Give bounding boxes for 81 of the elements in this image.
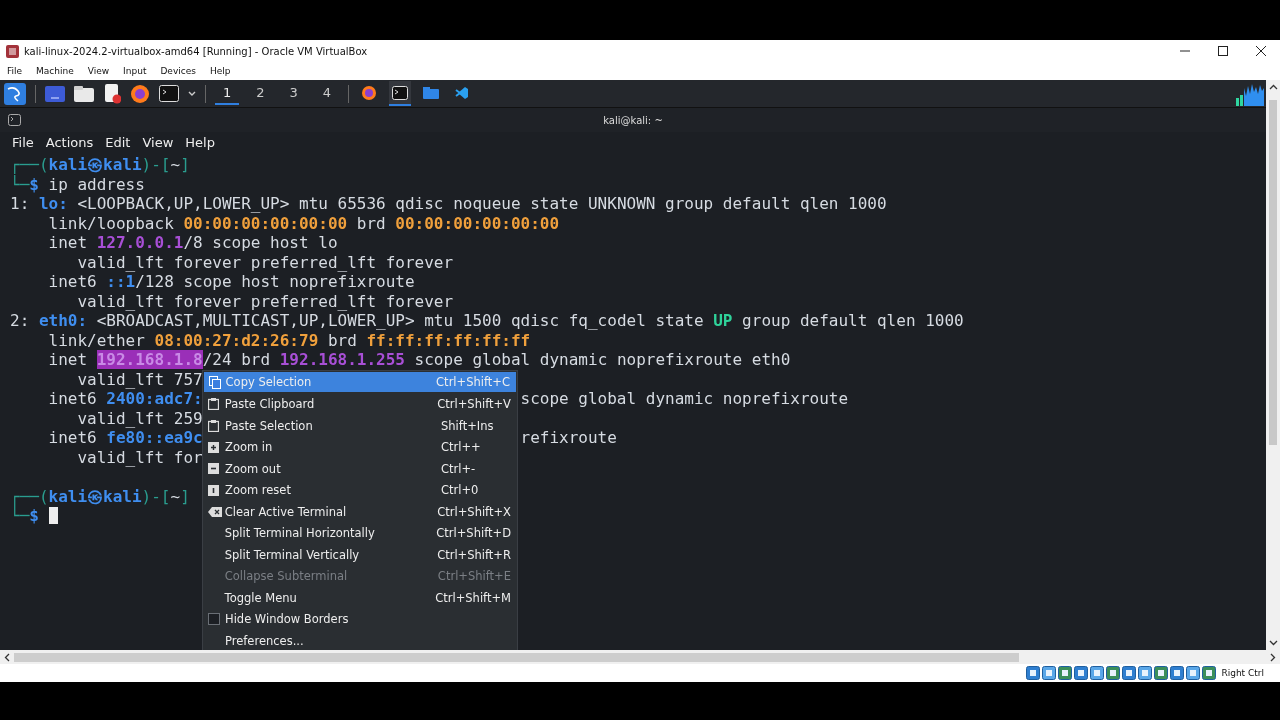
terminal-text: 2: eth0: <BROADCAST,MULTICAST,UP,LOWER_UP> mtu 1500 qdisc fq_codel state UP group default qlen 1000 bbox=[10, 311, 964, 331]
menu-item[interactable]: Zoom in Ctrl++ bbox=[203, 436, 517, 458]
horizontal-scrollbar[interactable] bbox=[0, 650, 1280, 664]
workspace-tab[interactable]: 4 bbox=[314, 82, 340, 105]
menu-item[interactable]: Devices bbox=[155, 66, 201, 76]
host-key-label: Right Ctrl bbox=[1221, 668, 1264, 678]
menu-item[interactable]: Input bbox=[118, 66, 152, 76]
workspace-tab[interactable]: 2 bbox=[248, 82, 273, 105]
zoom-reset-icon bbox=[208, 484, 219, 496]
terminal-text: └─$ ip address bbox=[10, 174, 145, 194]
scroll-up-icon[interactable] bbox=[1268, 84, 1278, 90]
terminal-text: ┌──(kali㉿kali)-[~] bbox=[10, 155, 190, 175]
menu-item[interactable]: View bbox=[82, 66, 115, 76]
checkbox[interactable] bbox=[208, 613, 220, 626]
menu-item[interactable]: Paste Clipboard Ctrl+Shift+V bbox=[203, 393, 517, 415]
clear-icon bbox=[208, 506, 222, 517]
scroll-down-icon[interactable] bbox=[1268, 640, 1278, 646]
menu-item[interactable]: Actions bbox=[45, 135, 94, 150]
terminal-text: inet6 ::1/128 scope host noprefixroute bbox=[47, 272, 415, 292]
menu-item[interactable]: Clear Active Terminal Ctrl+Shift+X bbox=[203, 501, 517, 523]
zoom-out-icon bbox=[208, 463, 219, 475]
menu-item[interactable]: Hide Window Borders bbox=[203, 608, 517, 630]
terminal-text: valid_lft for bbox=[76, 447, 203, 467]
vertical-scrollbar[interactable] bbox=[1266, 80, 1280, 650]
close-icon[interactable] bbox=[1256, 46, 1266, 56]
menu-item[interactable]: Help bbox=[204, 66, 236, 76]
scroll-left-icon[interactable] bbox=[4, 652, 10, 662]
code-editor-icon bbox=[455, 85, 470, 100]
menu-item[interactable]: File bbox=[12, 135, 34, 150]
browser-icon[interactable] bbox=[130, 83, 150, 104]
menu-item[interactable]: Split Terminal Vertically Ctrl+Shift+R bbox=[203, 544, 517, 566]
terminal-title: kali@kali: ~ bbox=[602, 114, 664, 126]
menu-item[interactable]: Help bbox=[185, 135, 215, 150]
terminal-text: └─$ bbox=[10, 506, 39, 526]
browser-icon bbox=[361, 84, 378, 101]
terminal-text: ┌──(kali㉿kali)-[~] bbox=[10, 486, 190, 506]
menu-item[interactable]: Paste Selection Shift+Ins bbox=[203, 415, 517, 437]
terminal-text: inet6 fe80::ea9c bbox=[47, 428, 203, 448]
workspace-tab[interactable]: 1 bbox=[215, 82, 240, 105]
menu-item[interactable]: View bbox=[142, 135, 174, 150]
menu-item[interactable]: File bbox=[2, 66, 28, 76]
terminal-text: refixroute bbox=[520, 428, 617, 448]
folder-icon bbox=[423, 86, 440, 99]
menu-item[interactable]: Toggle Menu Ctrl+Shift+M bbox=[203, 587, 517, 609]
menu-item[interactable]: Edit bbox=[105, 135, 131, 150]
terminal-icon[interactable] bbox=[159, 85, 179, 102]
dragon-logo-icon[interactable] bbox=[4, 82, 26, 105]
clipboard-icon bbox=[208, 398, 219, 411]
terminal-text: valid_lft forever preferred_lft forever bbox=[76, 252, 454, 272]
app-icon bbox=[6, 44, 19, 58]
window-title: kali-linux-2024.2-virtualbox-amd64 [Running] - Oracle VM VirtualBox bbox=[24, 45, 368, 57]
desktop-icon[interactable] bbox=[45, 85, 65, 102]
terminal-text: valid_lft forever preferred_lft forever bbox=[76, 291, 454, 311]
terminal-text: inet 127.0.0.1/8 scope host lo bbox=[47, 233, 338, 253]
menu-item[interactable]: Zoom reset Ctrl+0 bbox=[203, 479, 517, 501]
terminal-icon bbox=[392, 85, 409, 100]
text-editor-icon[interactable] bbox=[103, 83, 121, 104]
folder-icon[interactable] bbox=[74, 85, 94, 102]
clipboard-icon bbox=[208, 419, 219, 432]
scroll-thumb[interactable] bbox=[14, 652, 1019, 662]
terminal-text: link/loopback 00:00:00:00:00:00 brd 00:00:00:00:00:00 bbox=[47, 213, 560, 233]
caret-icon[interactable] bbox=[188, 90, 196, 97]
scroll-right-icon[interactable] bbox=[1270, 652, 1276, 662]
terminal-text: scope global dynamic noprefixroute bbox=[520, 389, 849, 409]
terminal-text: 1: lo: <LOOPBACK,UP,LOWER_UP> mtu 65536 qdisc noqueue state UNKNOWN group default qlen 1000 bbox=[10, 194, 887, 214]
terminal-text: valid_lft 259 bbox=[76, 408, 203, 428]
menu-item[interactable]: Split Terminal Horizontally Ctrl+Shift+D bbox=[203, 522, 517, 544]
scroll-thumb[interactable] bbox=[1269, 100, 1277, 445]
workspace-tab[interactable]: 3 bbox=[281, 82, 306, 105]
terminal-text: inet 192.168.1.8/24 brd 192.168.1.255 scope global dynamic noprefixroute eth0 bbox=[47, 350, 791, 370]
taskbar-button[interactable] bbox=[389, 81, 412, 106]
copy-icon bbox=[209, 375, 221, 389]
zoom-in-icon bbox=[208, 441, 219, 453]
menu-item[interactable]: Machine bbox=[31, 66, 79, 76]
terminal-text: inet6 2400:adc7: bbox=[47, 389, 203, 409]
maximize-icon[interactable] bbox=[1218, 46, 1228, 56]
menu-item[interactable]: Zoom out Ctrl+- bbox=[203, 458, 517, 480]
terminal-text: valid_lft 757 bbox=[76, 369, 203, 389]
menu-item[interactable]: Preferences... bbox=[203, 630, 517, 650]
terminal-text: link/ether 08:00:27:d2:26:79 brd ff:ff:ff:ff:ff:ff bbox=[47, 330, 531, 350]
terminal-icon bbox=[8, 114, 21, 126]
